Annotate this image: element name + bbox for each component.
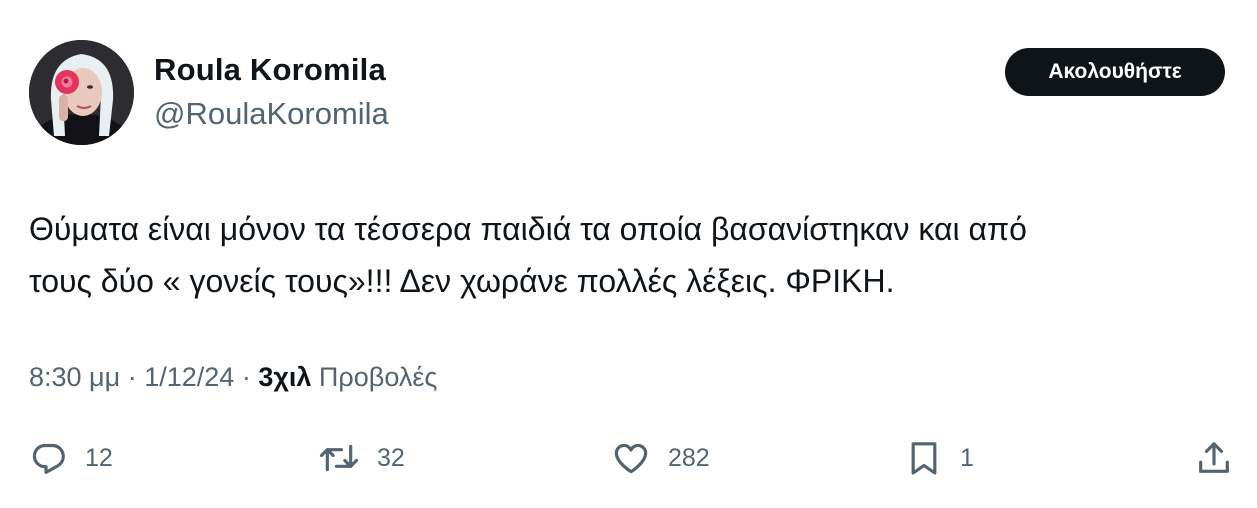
- reply-button[interactable]: 12: [29, 438, 113, 478]
- speech-bubble-icon: [29, 438, 69, 478]
- avatar[interactable]: [29, 40, 134, 145]
- bookmark-icon: [904, 438, 944, 478]
- author-display-name[interactable]: Roula Koromila: [154, 52, 386, 88]
- share-button[interactable]: [1194, 438, 1234, 478]
- follow-button[interactable]: Ακολουθήστε: [1005, 48, 1225, 96]
- meta-separator: ·: [241, 362, 251, 392]
- repost-button[interactable]: 32: [317, 438, 405, 478]
- tweet-date[interactable]: 1/12/24: [144, 362, 234, 392]
- repost-count: 32: [377, 443, 405, 472]
- meta-separator: ·: [127, 362, 137, 392]
- reply-count: 12: [85, 443, 113, 472]
- views-count[interactable]: 3χιλ: [258, 362, 311, 392]
- tweet-text-line: Θύματα είναι μόνον τα τέσσερα παιδιά τα …: [29, 211, 1027, 247]
- share-upload-icon: [1194, 438, 1234, 478]
- views-label[interactable]: Προβολές: [319, 362, 437, 392]
- like-button[interactable]: 282: [610, 438, 710, 478]
- repost-arrows-icon: [317, 438, 361, 478]
- like-count: 282: [668, 443, 710, 472]
- author-handle[interactable]: @RoulaKoromila: [154, 96, 389, 132]
- tweet-time[interactable]: 8:30 μμ: [29, 362, 120, 392]
- tweet-text: Θύματα είναι μόνον τα τέσσερα παιδιά τα …: [29, 203, 1234, 307]
- heart-icon: [610, 438, 652, 478]
- tweet-meta: 8:30 μμ · 1/12/24 · 3χιλ Προβολές: [29, 362, 437, 393]
- bookmark-count: 1: [960, 443, 974, 472]
- tweet-text-line: τους δύο « γονείς τους»!!! Δεν χωράνε πο…: [29, 263, 895, 299]
- bookmark-button[interactable]: 1: [904, 438, 974, 478]
